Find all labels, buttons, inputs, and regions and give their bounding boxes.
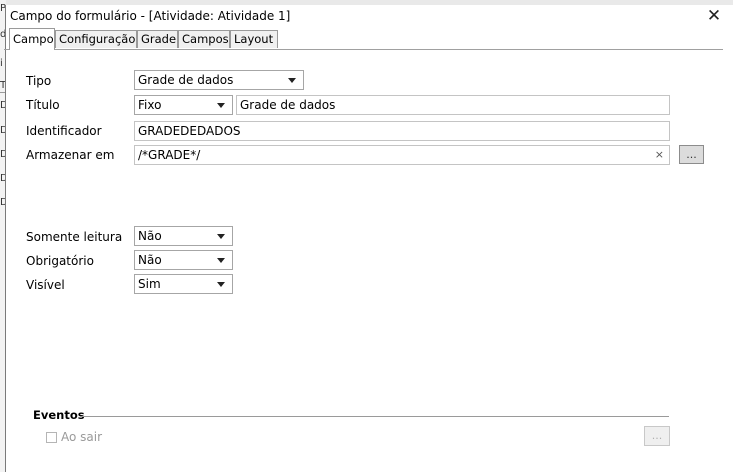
ao-sair-button[interactable]: ... xyxy=(644,426,670,446)
ao-sair-label: Ao sair xyxy=(61,430,103,444)
tab-campo[interactable]: Campo xyxy=(9,28,55,50)
titulo-mode-value: Fixo xyxy=(138,98,162,112)
identificador-label: Identificador xyxy=(26,124,102,138)
tab-grade[interactable]: Grade xyxy=(137,30,178,48)
tipo-label: Tipo xyxy=(26,74,52,88)
chevron-down-icon xyxy=(288,78,296,83)
titulo-mode-select[interactable]: Fixo xyxy=(134,95,233,115)
armazenar-value: /*GRADE*/ xyxy=(138,148,201,162)
tab-campos[interactable]: Campos xyxy=(178,30,230,48)
somente-leitura-select[interactable]: Não xyxy=(134,226,233,246)
somente-leitura-label: Somente leitura xyxy=(26,230,123,244)
clear-icon[interactable]: × xyxy=(655,146,664,164)
somente-leitura-value: Não xyxy=(138,229,162,243)
identificador-value: GRADEDEDADOS xyxy=(138,124,241,138)
background-text-fragment: i xyxy=(0,58,3,69)
tab-layout[interactable]: Layout xyxy=(230,30,278,48)
obrigatorio-select[interactable]: Não xyxy=(134,250,233,270)
tipo-select[interactable]: Grade de dados xyxy=(134,70,304,90)
visivel-label: Visível xyxy=(26,278,65,292)
chevron-down-icon xyxy=(217,258,225,263)
dialog-title: Campo do formulário - [Atividade: Ativid… xyxy=(10,9,291,23)
titulo-input[interactable]: Grade de dados xyxy=(236,95,670,115)
armazenar-input[interactable]: /*GRADE*/ × xyxy=(134,145,670,165)
chevron-down-icon xyxy=(217,234,225,239)
titulo-value: Grade de dados xyxy=(240,98,336,112)
tab-configuracao[interactable]: Configuração xyxy=(55,30,137,48)
obrigatorio-value: Não xyxy=(138,253,162,267)
eventos-group-title: Eventos xyxy=(33,408,85,422)
visivel-select[interactable]: Sim xyxy=(134,274,233,294)
titulo-label: Título xyxy=(26,98,60,112)
eventos-divider xyxy=(80,416,669,417)
visivel-value: Sim xyxy=(138,277,161,291)
tipo-value: Grade de dados xyxy=(138,73,234,87)
armazenar-browse-button[interactable]: ... xyxy=(679,145,704,164)
tab-divider xyxy=(4,49,723,50)
close-icon[interactable]: ✕ xyxy=(705,6,723,26)
obrigatorio-label: Obrigatório xyxy=(26,254,94,268)
chevron-down-icon xyxy=(217,103,225,108)
dialog-titlebar[interactable]: Campo do formulário - [Atividade: Ativid… xyxy=(6,5,733,27)
chevron-down-icon xyxy=(217,282,225,287)
armazenar-label: Armazenar em xyxy=(26,148,115,162)
ao-sair-checkbox[interactable] xyxy=(46,432,57,443)
identificador-input[interactable]: GRADEDEDADOS xyxy=(134,121,670,141)
